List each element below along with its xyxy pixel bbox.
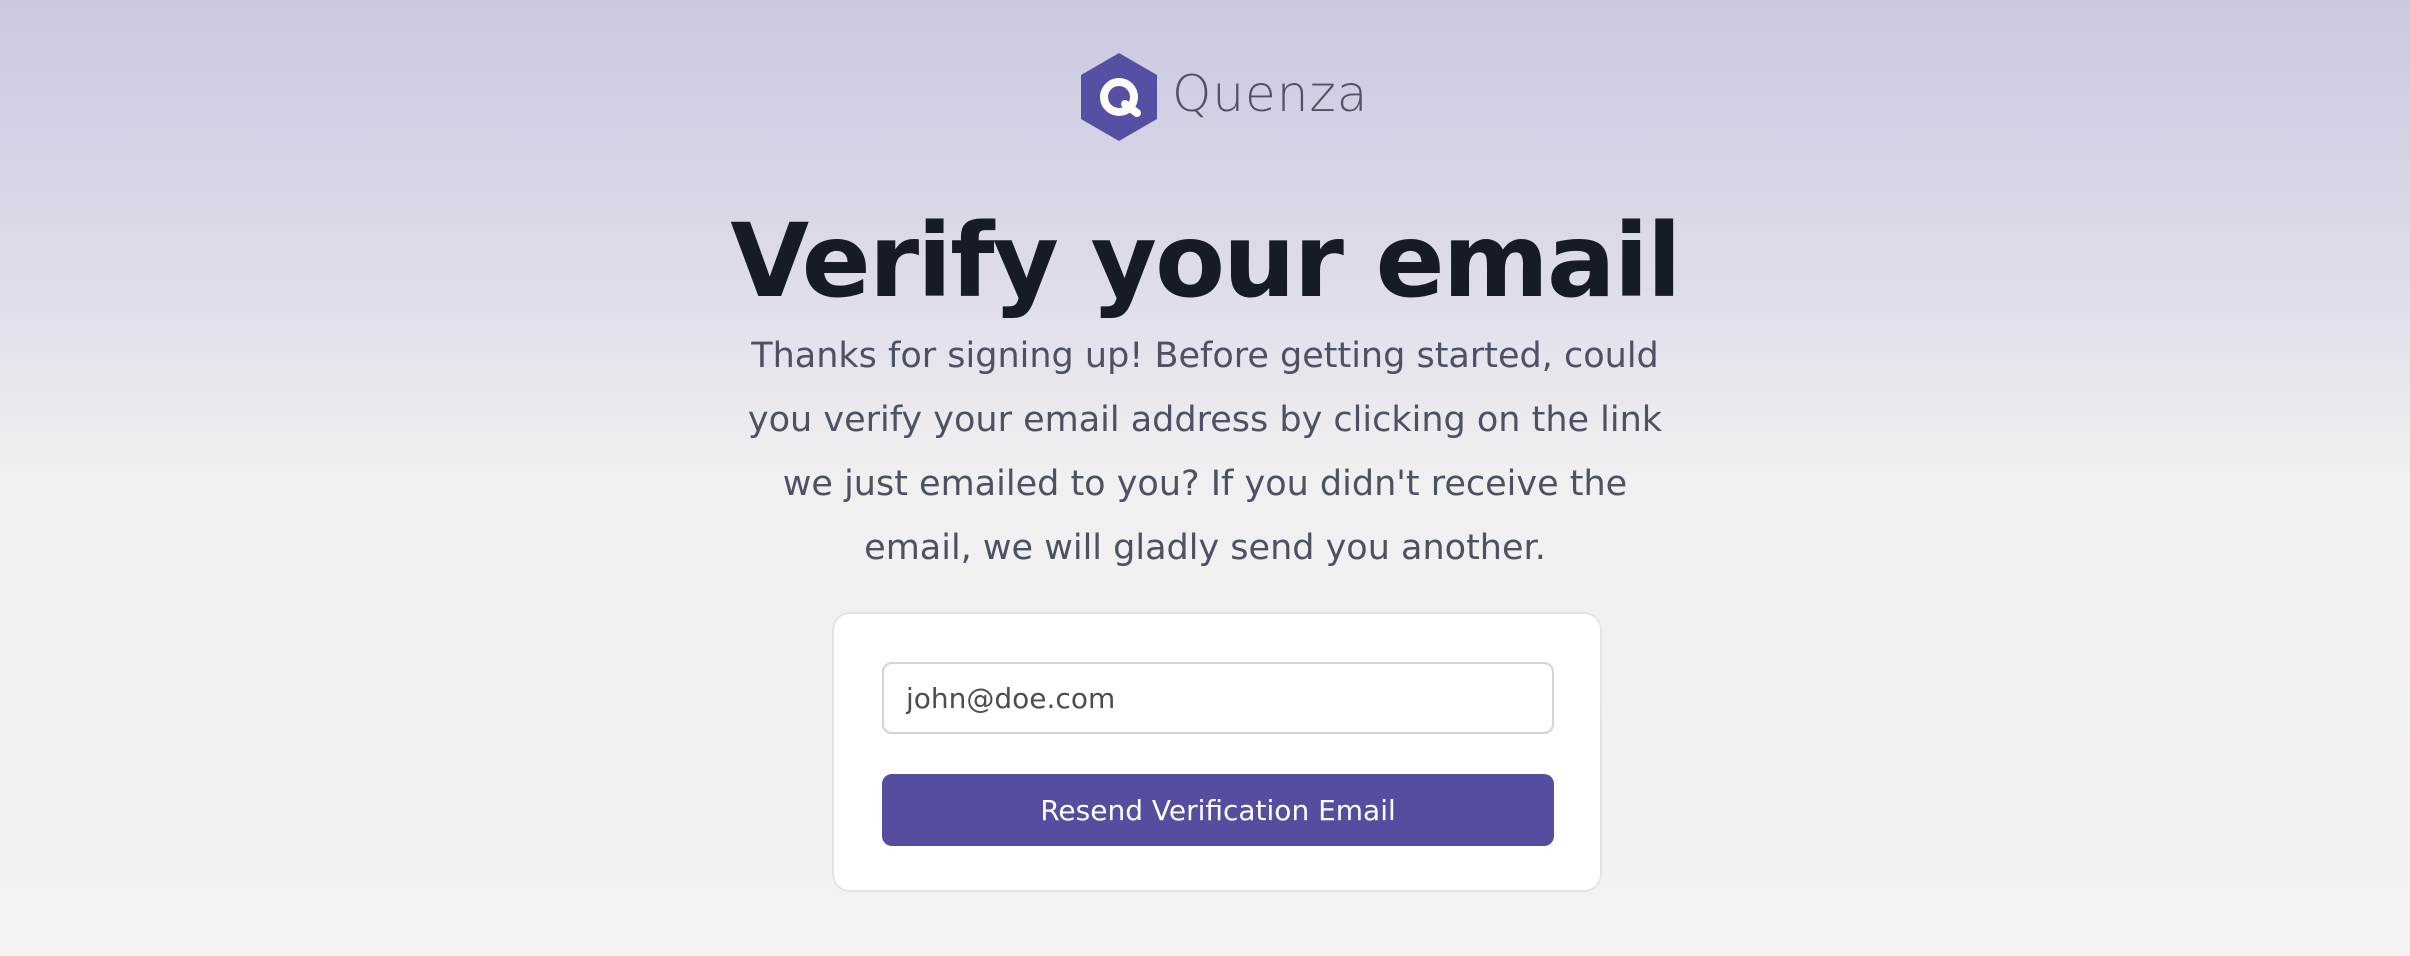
- brand-logo: Quenza: [1080, 52, 1368, 142]
- brand-name: Quenza: [1172, 65, 1369, 123]
- page-subtitle: Thanks for signing up! Before getting st…: [747, 336, 1663, 568]
- page-title: Verify your email: [730, 202, 1681, 321]
- hexagon-q-icon: [1081, 53, 1157, 141]
- email-field[interactable]: [882, 662, 1554, 734]
- verification-card: Resend Verification Email: [832, 612, 1602, 892]
- resend-verification-button[interactable]: Resend Verification Email: [882, 774, 1554, 846]
